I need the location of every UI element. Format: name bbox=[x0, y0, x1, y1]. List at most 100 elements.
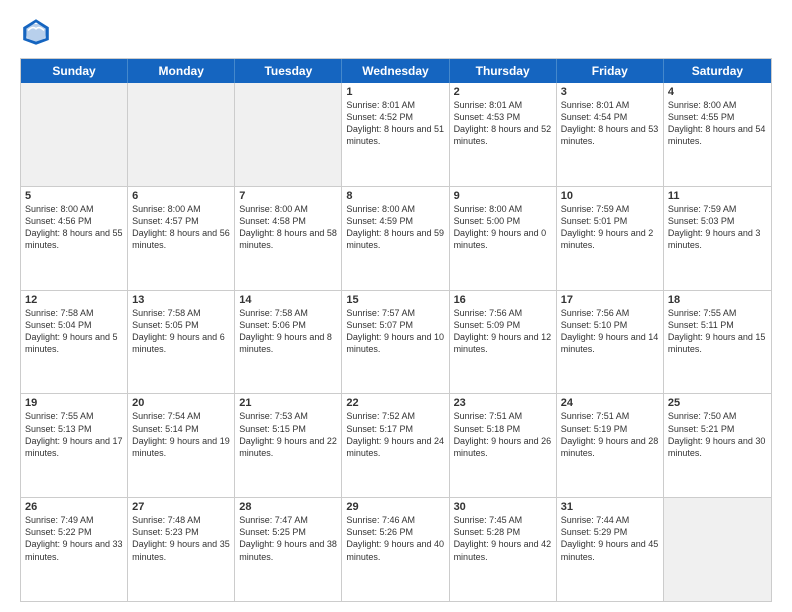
day-details: Sunrise: 8:01 AM Sunset: 4:53 PM Dayligh… bbox=[454, 99, 552, 148]
day-number: 6 bbox=[132, 190, 230, 202]
calendar-day-7: 7Sunrise: 8:00 AM Sunset: 4:58 PM Daylig… bbox=[235, 187, 342, 290]
calendar-empty-cell bbox=[21, 83, 128, 186]
day-details: Sunrise: 7:59 AM Sunset: 5:03 PM Dayligh… bbox=[668, 203, 767, 252]
day-details: Sunrise: 8:00 AM Sunset: 4:55 PM Dayligh… bbox=[668, 99, 767, 148]
day-details: Sunrise: 7:48 AM Sunset: 5:23 PM Dayligh… bbox=[132, 514, 230, 563]
logo-icon bbox=[20, 16, 52, 48]
day-number: 19 bbox=[25, 397, 123, 409]
calendar-day-6: 6Sunrise: 8:00 AM Sunset: 4:57 PM Daylig… bbox=[128, 187, 235, 290]
day-details: Sunrise: 7:52 AM Sunset: 5:17 PM Dayligh… bbox=[346, 410, 444, 459]
day-details: Sunrise: 7:53 AM Sunset: 5:15 PM Dayligh… bbox=[239, 410, 337, 459]
day-details: Sunrise: 8:00 AM Sunset: 5:00 PM Dayligh… bbox=[454, 203, 552, 252]
day-number: 7 bbox=[239, 190, 337, 202]
logo bbox=[20, 16, 56, 48]
day-details: Sunrise: 7:54 AM Sunset: 5:14 PM Dayligh… bbox=[132, 410, 230, 459]
calendar-day-16: 16Sunrise: 7:56 AM Sunset: 5:09 PM Dayli… bbox=[450, 291, 557, 394]
day-details: Sunrise: 7:58 AM Sunset: 5:04 PM Dayligh… bbox=[25, 307, 123, 356]
day-details: Sunrise: 7:46 AM Sunset: 5:26 PM Dayligh… bbox=[346, 514, 444, 563]
calendar: SundayMondayTuesdayWednesdayThursdayFrid… bbox=[20, 58, 772, 602]
calendar-body: 1Sunrise: 8:01 AM Sunset: 4:52 PM Daylig… bbox=[21, 83, 771, 601]
day-details: Sunrise: 7:58 AM Sunset: 5:05 PM Dayligh… bbox=[132, 307, 230, 356]
day-details: Sunrise: 8:01 AM Sunset: 4:52 PM Dayligh… bbox=[346, 99, 444, 148]
day-details: Sunrise: 7:45 AM Sunset: 5:28 PM Dayligh… bbox=[454, 514, 552, 563]
day-details: Sunrise: 7:56 AM Sunset: 5:09 PM Dayligh… bbox=[454, 307, 552, 356]
day-number: 29 bbox=[346, 501, 444, 513]
day-details: Sunrise: 7:50 AM Sunset: 5:21 PM Dayligh… bbox=[668, 410, 767, 459]
day-number: 26 bbox=[25, 501, 123, 513]
calendar-day-31: 31Sunrise: 7:44 AM Sunset: 5:29 PM Dayli… bbox=[557, 498, 664, 601]
day-number: 25 bbox=[668, 397, 767, 409]
calendar-day-8: 8Sunrise: 8:00 AM Sunset: 4:59 PM Daylig… bbox=[342, 187, 449, 290]
day-number: 3 bbox=[561, 86, 659, 98]
day-details: Sunrise: 7:47 AM Sunset: 5:25 PM Dayligh… bbox=[239, 514, 337, 563]
header-day-thursday: Thursday bbox=[450, 59, 557, 83]
day-details: Sunrise: 7:44 AM Sunset: 5:29 PM Dayligh… bbox=[561, 514, 659, 563]
day-number: 10 bbox=[561, 190, 659, 202]
calendar-day-15: 15Sunrise: 7:57 AM Sunset: 5:07 PM Dayli… bbox=[342, 291, 449, 394]
day-number: 14 bbox=[239, 294, 337, 306]
calendar-empty-cell bbox=[128, 83, 235, 186]
day-details: Sunrise: 7:55 AM Sunset: 5:13 PM Dayligh… bbox=[25, 410, 123, 459]
day-number: 9 bbox=[454, 190, 552, 202]
calendar-day-28: 28Sunrise: 7:47 AM Sunset: 5:25 PM Dayli… bbox=[235, 498, 342, 601]
day-number: 1 bbox=[346, 86, 444, 98]
day-details: Sunrise: 7:49 AM Sunset: 5:22 PM Dayligh… bbox=[25, 514, 123, 563]
day-number: 30 bbox=[454, 501, 552, 513]
day-number: 21 bbox=[239, 397, 337, 409]
day-number: 12 bbox=[25, 294, 123, 306]
calendar-day-21: 21Sunrise: 7:53 AM Sunset: 5:15 PM Dayli… bbox=[235, 394, 342, 497]
header-day-sunday: Sunday bbox=[21, 59, 128, 83]
day-number: 15 bbox=[346, 294, 444, 306]
day-number: 2 bbox=[454, 86, 552, 98]
day-details: Sunrise: 7:57 AM Sunset: 5:07 PM Dayligh… bbox=[346, 307, 444, 356]
calendar-empty-cell bbox=[664, 498, 771, 601]
page: SundayMondayTuesdayWednesdayThursdayFrid… bbox=[0, 0, 792, 612]
day-details: Sunrise: 7:58 AM Sunset: 5:06 PM Dayligh… bbox=[239, 307, 337, 356]
calendar-day-2: 2Sunrise: 8:01 AM Sunset: 4:53 PM Daylig… bbox=[450, 83, 557, 186]
day-number: 27 bbox=[132, 501, 230, 513]
calendar-day-14: 14Sunrise: 7:58 AM Sunset: 5:06 PM Dayli… bbox=[235, 291, 342, 394]
calendar-day-30: 30Sunrise: 7:45 AM Sunset: 5:28 PM Dayli… bbox=[450, 498, 557, 601]
calendar-day-1: 1Sunrise: 8:01 AM Sunset: 4:52 PM Daylig… bbox=[342, 83, 449, 186]
calendar-day-23: 23Sunrise: 7:51 AM Sunset: 5:18 PM Dayli… bbox=[450, 394, 557, 497]
calendar-day-27: 27Sunrise: 7:48 AM Sunset: 5:23 PM Dayli… bbox=[128, 498, 235, 601]
calendar-day-20: 20Sunrise: 7:54 AM Sunset: 5:14 PM Dayli… bbox=[128, 394, 235, 497]
day-details: Sunrise: 8:01 AM Sunset: 4:54 PM Dayligh… bbox=[561, 99, 659, 148]
day-number: 24 bbox=[561, 397, 659, 409]
calendar-day-25: 25Sunrise: 7:50 AM Sunset: 5:21 PM Dayli… bbox=[664, 394, 771, 497]
day-number: 8 bbox=[346, 190, 444, 202]
day-number: 11 bbox=[668, 190, 767, 202]
calendar-day-26: 26Sunrise: 7:49 AM Sunset: 5:22 PM Dayli… bbox=[21, 498, 128, 601]
day-number: 17 bbox=[561, 294, 659, 306]
calendar-week-5: 26Sunrise: 7:49 AM Sunset: 5:22 PM Dayli… bbox=[21, 498, 771, 601]
day-number: 13 bbox=[132, 294, 230, 306]
calendar-header: SundayMondayTuesdayWednesdayThursdayFrid… bbox=[21, 59, 771, 83]
day-details: Sunrise: 8:00 AM Sunset: 4:59 PM Dayligh… bbox=[346, 203, 444, 252]
calendar-day-13: 13Sunrise: 7:58 AM Sunset: 5:05 PM Dayli… bbox=[128, 291, 235, 394]
calendar-day-5: 5Sunrise: 8:00 AM Sunset: 4:56 PM Daylig… bbox=[21, 187, 128, 290]
day-number: 16 bbox=[454, 294, 552, 306]
day-details: Sunrise: 8:00 AM Sunset: 4:57 PM Dayligh… bbox=[132, 203, 230, 252]
header-day-friday: Friday bbox=[557, 59, 664, 83]
day-number: 31 bbox=[561, 501, 659, 513]
day-details: Sunrise: 7:55 AM Sunset: 5:11 PM Dayligh… bbox=[668, 307, 767, 356]
calendar-empty-cell bbox=[235, 83, 342, 186]
calendar-day-22: 22Sunrise: 7:52 AM Sunset: 5:17 PM Dayli… bbox=[342, 394, 449, 497]
header-day-tuesday: Tuesday bbox=[235, 59, 342, 83]
day-number: 23 bbox=[454, 397, 552, 409]
calendar-day-9: 9Sunrise: 8:00 AM Sunset: 5:00 PM Daylig… bbox=[450, 187, 557, 290]
calendar-day-24: 24Sunrise: 7:51 AM Sunset: 5:19 PM Dayli… bbox=[557, 394, 664, 497]
day-details: Sunrise: 8:00 AM Sunset: 4:56 PM Dayligh… bbox=[25, 203, 123, 252]
calendar-week-1: 1Sunrise: 8:01 AM Sunset: 4:52 PM Daylig… bbox=[21, 83, 771, 187]
header-day-wednesday: Wednesday bbox=[342, 59, 449, 83]
calendar-day-29: 29Sunrise: 7:46 AM Sunset: 5:26 PM Dayli… bbox=[342, 498, 449, 601]
calendar-day-19: 19Sunrise: 7:55 AM Sunset: 5:13 PM Dayli… bbox=[21, 394, 128, 497]
day-details: Sunrise: 8:00 AM Sunset: 4:58 PM Dayligh… bbox=[239, 203, 337, 252]
calendar-week-2: 5Sunrise: 8:00 AM Sunset: 4:56 PM Daylig… bbox=[21, 187, 771, 291]
day-number: 18 bbox=[668, 294, 767, 306]
day-number: 22 bbox=[346, 397, 444, 409]
calendar-day-12: 12Sunrise: 7:58 AM Sunset: 5:04 PM Dayli… bbox=[21, 291, 128, 394]
day-details: Sunrise: 7:56 AM Sunset: 5:10 PM Dayligh… bbox=[561, 307, 659, 356]
calendar-day-10: 10Sunrise: 7:59 AM Sunset: 5:01 PM Dayli… bbox=[557, 187, 664, 290]
header bbox=[20, 16, 772, 48]
